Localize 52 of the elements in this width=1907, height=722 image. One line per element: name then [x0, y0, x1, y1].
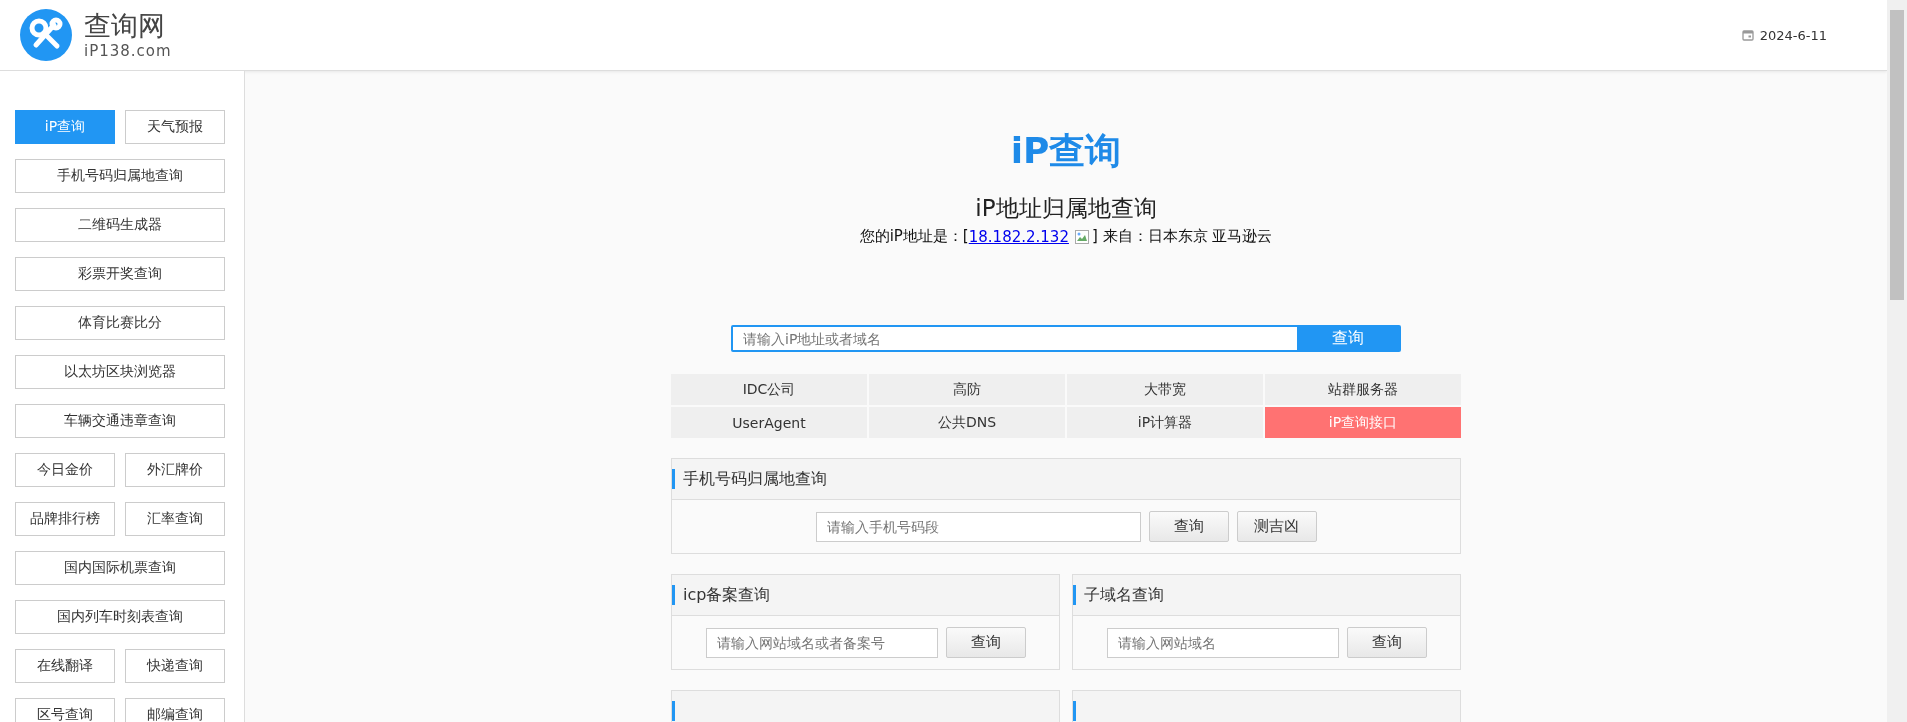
quick-link[interactable]: 站群服务器: [1265, 374, 1461, 405]
sidebar-item[interactable]: 车辆交通违章查询: [15, 404, 225, 438]
wrench-icon: [20, 9, 72, 61]
scrollbar[interactable]: [1887, 0, 1907, 722]
sidebar-item[interactable]: 今日金价: [15, 453, 115, 487]
quick-link[interactable]: 公共DNS: [869, 407, 1065, 438]
sidebar-item[interactable]: 天气预报: [125, 110, 225, 144]
query-field[interactable]: 请输入手机号码段: [815, 511, 1141, 542]
site-name: 查询网: [84, 10, 166, 42]
panel-title: 手机号码归属地查询: [683, 468, 827, 490]
sidebar-item[interactable]: 品牌排行榜: [15, 502, 115, 536]
query-button[interactable]: 测吉凶: [1236, 511, 1317, 542]
query-field[interactable]: 请输入网站域名: [1106, 627, 1339, 658]
page-subtitle: iP地址归属地查询: [975, 194, 1157, 223]
accent-bar: [672, 585, 675, 605]
page-title: iP查询: [1010, 129, 1122, 173]
broken-image-icon: [1073, 228, 1090, 245]
accent-bar: [672, 469, 675, 489]
query-button[interactable]: 查询: [1346, 627, 1427, 658]
query-button[interactable]: 查询: [945, 627, 1026, 658]
sidebar-item[interactable]: 手机号码归属地查询: [15, 159, 225, 193]
quick-link[interactable]: 大带宽: [1067, 374, 1263, 405]
scrollbar-thumb[interactable]: [1890, 10, 1904, 300]
quick-link[interactable]: iP计算器: [1067, 407, 1263, 438]
ip-location: ] 来自：日本东京 亚马逊云: [1091, 227, 1273, 246]
sidebar-item[interactable]: 以太坊区块浏览器: [15, 355, 225, 389]
ip-label: 您的iP地址是：[: [859, 227, 969, 246]
quick-link[interactable]: IDC公司: [671, 374, 867, 405]
sidebar-item[interactable]: 二维码生成器: [15, 208, 225, 242]
panel-title: 子域名查询: [1084, 584, 1164, 606]
sidebar-item[interactable]: 体育比赛比分: [15, 306, 225, 340]
query-field[interactable]: 请输入网站域名或者备案号: [705, 627, 938, 658]
calendar-icon: [1741, 29, 1754, 41]
quick-link[interactable]: UserAgent: [671, 407, 867, 438]
sidebar-item[interactable]: 汇率查询: [125, 502, 225, 536]
query-button[interactable]: 查询: [1148, 511, 1229, 542]
sidebar-item[interactable]: 国内国际机票查询: [15, 551, 225, 585]
panel-title: icp备案查询: [683, 584, 771, 606]
sidebar-item[interactable]: 在线翻译: [15, 649, 115, 683]
date-text: 2024-6-11: [1759, 27, 1827, 43]
sidebar-item[interactable]: 国内列车时刻表查询: [15, 600, 225, 634]
sidebar-item[interactable]: 区号查询: [15, 698, 115, 722]
accent-bar: [1073, 701, 1076, 721]
ip-address-link[interactable]: 18.182.2.132: [968, 227, 1069, 246]
site-domain: iP138.com: [84, 42, 172, 60]
sidebar-item[interactable]: 快递查询: [125, 649, 225, 683]
sidebar-item[interactable]: 邮编查询: [125, 698, 225, 722]
sidebar-item[interactable]: 外汇牌价: [125, 453, 225, 487]
quick-link[interactable]: 高防: [869, 374, 1065, 405]
accent-bar: [672, 701, 675, 721]
sidebar-item[interactable]: 彩票开奖查询: [15, 257, 225, 291]
accent-bar: [1073, 585, 1076, 605]
